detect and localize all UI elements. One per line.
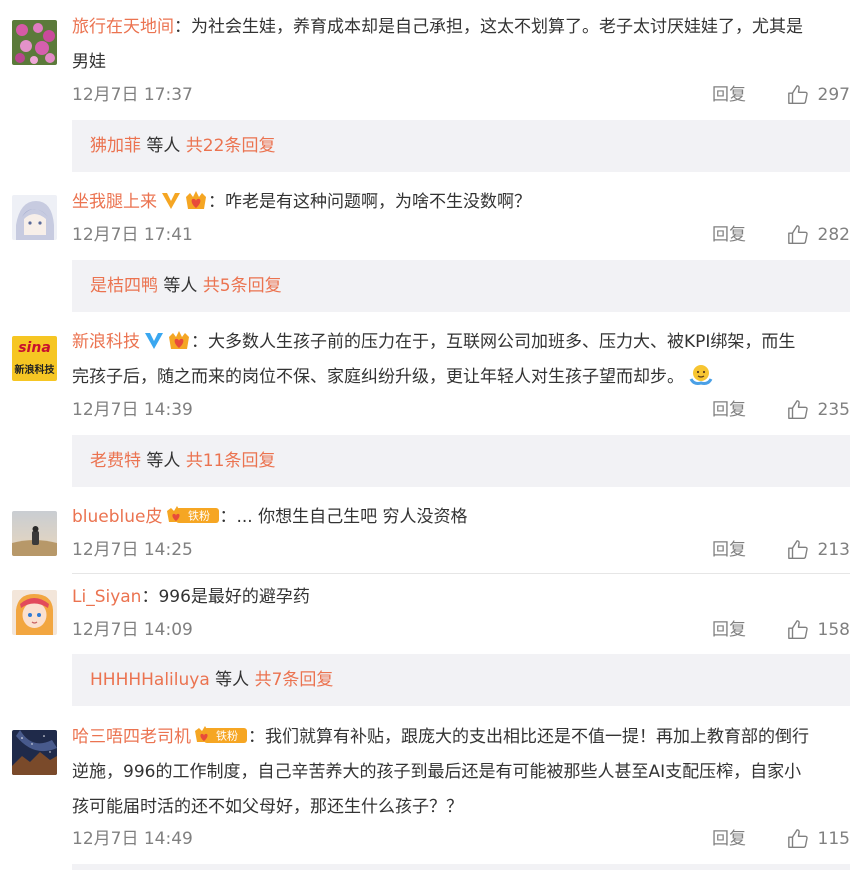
sub-reply-user[interactable]: 是桔四鸭 [90, 276, 158, 296]
comment-text: 大多数人生孩子前的压力在于，互联网公司加班多、压力大、被KPI绑架，而生 [208, 332, 796, 352]
sub-reply-count-link[interactable]: 共5条回复 [203, 276, 282, 296]
sub-reply-user[interactable]: 老费特 [90, 451, 141, 471]
comment-time: 12月7日 17:41 [72, 225, 193, 245]
thumbs-up-icon [787, 829, 808, 848]
like-button[interactable]: 213 [787, 535, 850, 565]
reply-button[interactable]: 回复 [712, 535, 746, 565]
sub-replies-summary[interactable]: 是桔四鸭 等人 共5条回复 [72, 260, 850, 312]
fan-badge-icon: 铁粉 [195, 726, 247, 743]
thumbs-up-icon [787, 540, 808, 559]
avatar[interactable] [12, 590, 57, 635]
avatar[interactable] [12, 511, 57, 556]
sub-replies-summary-partial[interactable] [72, 864, 850, 870]
thumbs-up-icon [787, 400, 808, 419]
comment-time: 12月7日 14:25 [72, 540, 193, 560]
avatar[interactable] [12, 20, 57, 65]
like-count: 282 [817, 225, 850, 245]
comment-text-cont: 男娃 [72, 52, 106, 72]
like-button[interactable]: 235 [787, 395, 850, 425]
username-link[interactable]: 新浪科技 [72, 332, 140, 352]
thumbs-up-icon [787, 85, 808, 104]
comment-time: 12月7日 14:39 [72, 400, 193, 420]
sub-reply-user[interactable]: 狒加菲 [90, 136, 141, 156]
shrug-emoji-icon [689, 365, 713, 385]
avatar[interactable] [12, 195, 57, 240]
fan-crown-icon [169, 331, 189, 349]
sina-logo: sina [18, 340, 51, 356]
like-count: 213 [817, 540, 850, 560]
sub-replies-summary[interactable]: HHHHHaliluya 等人 共7条回复 [72, 654, 850, 706]
like-count: 297 [817, 85, 850, 105]
like-button[interactable]: 297 [787, 80, 850, 110]
comment-text-cont: 完孩子后，随之而来的岗位不保、家庭纠纷升级，更让年轻人对生孩子望而却步。 [72, 367, 684, 387]
avatar[interactable]: sina 新浪科技 [12, 336, 57, 381]
avatar[interactable] [12, 730, 57, 775]
reply-button[interactable]: 回复 [712, 824, 746, 854]
like-count: 235 [817, 400, 850, 420]
reply-button[interactable]: 回复 [712, 395, 746, 425]
username-link[interactable]: Li_Siyan [72, 587, 141, 607]
comment-text-cont: 逆施，996的工作制度，自己辛苦养大的孩子到最后还是有可能被那些人甚至AI支配压… [72, 762, 802, 782]
comment-text-cont: 孩可能届时活的还不如父母好，那还生什么孩子？？ [72, 797, 463, 817]
verified-v-icon [162, 193, 180, 209]
username-link[interactable]: 坐我腿上来 [72, 192, 157, 212]
like-count: 115 [817, 829, 850, 849]
reply-button[interactable]: 回复 [712, 615, 746, 645]
sub-reply-count-link[interactable]: 共11条回复 [186, 451, 276, 471]
comment-text: ... 你想生自己生吧 穷人没资格 [236, 507, 468, 527]
svg-text:铁粉: 铁粉 [188, 510, 210, 523]
username-link[interactable]: 旅行在天地间 [72, 17, 174, 37]
sub-replies-summary[interactable]: 狒加菲 等人 共22条回复 [72, 120, 850, 172]
comment-text: 咋老是有这种问题啊，为啥不生没数啊？ [225, 192, 531, 212]
comment-text: 996是最好的避孕药 [158, 587, 310, 607]
comment-text: 为社会生娃，养育成本却是自己承担，这太不划算了。老子太讨厌娃娃了，尤其是 [191, 17, 803, 37]
like-button[interactable]: 282 [787, 220, 850, 250]
comment-text: 我们就算有补贴，跟庞大的支出相比还是不值一提！再加上教育部的倒行 [265, 727, 809, 747]
reply-button[interactable]: 回复 [712, 220, 746, 250]
divider [72, 573, 850, 574]
sub-reply-count-link[interactable]: 共7条回复 [255, 670, 334, 690]
sub-replies-summary[interactable]: 老费特 等人 共11条回复 [72, 435, 850, 487]
fan-badge-icon: 铁粉 [166, 506, 219, 523]
sub-reply-count-link[interactable]: 共22条回复 [186, 136, 276, 156]
fan-crown-icon [186, 191, 206, 209]
comment-time: 12月7日 14:09 [72, 620, 193, 640]
thumbs-up-icon [787, 620, 808, 639]
svg-text:铁粉: 铁粉 [216, 730, 238, 743]
username-link[interactable]: 哈三唔四老司机 [72, 727, 191, 747]
verified-v-icon [145, 333, 163, 349]
comment-time: 12月7日 14:49 [72, 829, 193, 849]
like-button[interactable]: 115 [787, 824, 850, 854]
comment-time: 12月7日 17:37 [72, 85, 193, 105]
like-button[interactable]: 158 [787, 615, 850, 645]
sub-reply-user[interactable]: HHHHHaliluya [90, 670, 210, 690]
reply-button[interactable]: 回复 [712, 80, 746, 110]
username-link[interactable]: blueblue皮 [72, 507, 163, 527]
like-count: 158 [817, 620, 850, 640]
thumbs-up-icon [787, 225, 808, 244]
